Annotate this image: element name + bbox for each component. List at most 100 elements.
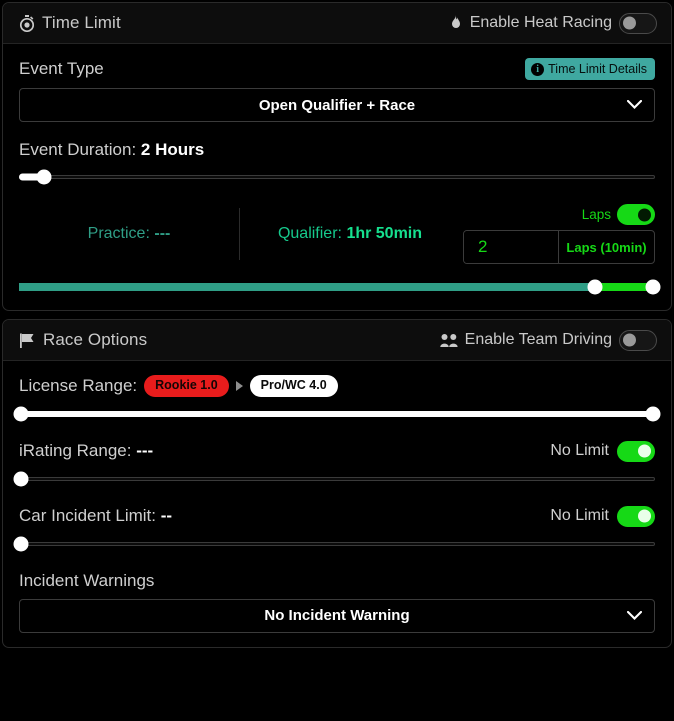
chevron-down-icon — [626, 607, 643, 625]
license-handle-max[interactable] — [645, 406, 661, 422]
car-incident-label-row: Car Incident Limit: -- No Limit — [19, 505, 655, 527]
slider-track — [19, 410, 655, 417]
license-range-section: License Range: Rookie 1.0 Pro/WC 4.0 — [13, 375, 661, 423]
irating-range-slider[interactable] — [13, 470, 655, 488]
irating-range-label-prefix: iRating Range: — [19, 441, 132, 461]
incident-warnings-section: Incident Warnings No Incident Warning — [19, 571, 655, 633]
license-range-label-row: License Range: Rookie 1.0 Pro/WC 4.0 — [19, 375, 655, 397]
event-duration-label-row: Event Duration: 2 Hours — [19, 140, 655, 160]
time-limit-header: Time Limit Enable Heat Racing — [3, 3, 671, 44]
license-handle-min[interactable] — [13, 406, 29, 422]
event-type-value: Open Qualifier + Race — [258, 96, 416, 114]
team-icon — [439, 333, 458, 348]
qualifier-value: 1hr 50min — [346, 225, 423, 242]
toggle-knob — [623, 333, 636, 347]
event-duration-label-prefix: Event Duration: — [19, 140, 137, 159]
car-incident-no-limit-label: No Limit — [550, 507, 609, 525]
toggle-knob — [638, 444, 651, 458]
car-incident-no-limit-control: No Limit — [550, 505, 655, 527]
qualifier-cell: Qualifier: 1hr 50min — [240, 217, 460, 251]
car-incident-limit-label: Car Incident Limit: -- — [19, 506, 172, 526]
incident-warnings-select[interactable]: No Incident Warning — [19, 598, 655, 633]
laps-toggle-label: Laps — [581, 207, 611, 222]
event-type-section: Event Type i Time Limit Details Open Qua… — [19, 58, 655, 122]
incident-warnings-label: Incident Warnings — [19, 570, 155, 590]
irating-range-label-row: iRating Range: --- No Limit — [19, 440, 655, 462]
license-min-pill: Rookie 1.0 — [144, 375, 229, 397]
irating-no-limit-toggle[interactable] — [617, 440, 655, 462]
car-incident-limit-section: Car Incident Limit: -- No Limit — [13, 505, 655, 553]
event-type-select[interactable]: Open Qualifier + Race — [19, 88, 655, 122]
enable-heat-racing-toggle[interactable] — [619, 12, 657, 34]
event-duration-section: Event Duration: 2 Hours — [19, 140, 655, 186]
irating-range-section: iRating Range: --- No Limit — [13, 440, 655, 488]
time-limit-header-left: Time Limit — [19, 13, 121, 33]
irating-no-limit-control: No Limit — [550, 440, 655, 462]
race-options-title: Race Options — [43, 330, 148, 349]
time-limit-title: Time Limit — [42, 13, 121, 32]
laps-block: Laps 2 Laps (10min) — [460, 204, 655, 264]
event-duration-label: Event Duration: 2 Hours — [19, 140, 204, 160]
irating-range-label: iRating Range: --- — [19, 441, 153, 461]
enable-team-driving-toggle[interactable] — [619, 329, 657, 351]
flame-icon — [449, 14, 463, 32]
car-incident-limit-label-prefix: Car Incident Limit: — [19, 506, 156, 526]
race-options-body: License Range: Rookie 1.0 Pro/WC 4.0 iRa… — [3, 361, 671, 647]
enable-heat-racing-label: Enable Heat Racing — [469, 14, 612, 31]
slider-track — [19, 541, 655, 546]
slider-handle[interactable] — [36, 169, 52, 185]
irating-handle[interactable] — [13, 471, 29, 487]
irating-range-value: --- — [136, 441, 154, 461]
license-line: License Range: Rookie 1.0 Pro/WC 4.0 — [19, 375, 338, 397]
arrow-right-icon — [235, 380, 243, 391]
session-breakdown: Practice: --- Qualifier: 1hr 50min Laps … — [19, 204, 655, 264]
slider-track — [19, 175, 655, 179]
car-incident-limit-slider[interactable] — [13, 535, 655, 553]
practice-cell: Practice: --- — [19, 217, 239, 251]
race-options-header-left: Race Options — [19, 330, 147, 350]
slider-track — [19, 476, 655, 481]
enable-team-driving-label: Enable Team Driving — [464, 331, 612, 348]
composition-handle-2[interactable] — [645, 279, 661, 295]
practice-value: --- — [154, 225, 171, 242]
time-limit-details-label: Time Limit Details — [548, 62, 647, 76]
event-type-label: Event Type — [19, 59, 104, 78]
irating-no-limit-label: No Limit — [550, 442, 609, 460]
laps-input[interactable]: 2 — [464, 231, 559, 263]
event-duration-value: 2 Hours — [140, 140, 205, 159]
session-composition-slider[interactable] — [19, 278, 661, 296]
incident-warnings-label-row: Incident Warnings — [19, 571, 655, 591]
laps-input-group: 2 Laps (10min) — [463, 230, 655, 264]
toggle-knob — [623, 16, 636, 30]
chevron-down-icon — [626, 96, 643, 114]
laps-unit-label: Laps (10min) — [566, 239, 647, 255]
race-options-card: Race Options Enable Team Driving License… — [2, 319, 672, 648]
car-incident-limit-value: -- — [160, 506, 173, 526]
license-range-label: License Range: — [19, 375, 138, 395]
composition-qualifier-segment — [19, 283, 595, 291]
team-driving-control: Enable Team Driving — [439, 329, 657, 351]
practice-label: Practice: — [87, 225, 150, 242]
laps-toggle[interactable] — [617, 204, 655, 225]
license-max-pill: Pro/WC 4.0 — [249, 375, 338, 397]
stopwatch-icon — [19, 14, 35, 32]
qualifier-label: Qualifier: — [277, 225, 342, 242]
event-duration-slider[interactable] — [19, 168, 655, 186]
toggle-knob — [638, 509, 651, 523]
settings-page: Time Limit Enable Heat Racing Event Type — [0, 0, 674, 721]
laps-toggle-row: Laps — [582, 204, 655, 225]
incident-warnings-value: No Incident Warning — [264, 607, 410, 625]
flag-icon — [19, 332, 36, 349]
heat-racing-control: Enable Heat Racing — [449, 12, 657, 34]
license-range-slider[interactable] — [13, 405, 661, 423]
car-incident-no-limit-toggle[interactable] — [617, 505, 655, 527]
event-type-label-row: Event Type i Time Limit Details — [19, 58, 655, 80]
composition-handle-1[interactable] — [587, 279, 603, 295]
time-limit-details-button[interactable]: i Time Limit Details — [525, 58, 655, 80]
toggle-knob — [638, 208, 651, 221]
time-limit-card: Time Limit Enable Heat Racing Event Type — [2, 2, 672, 311]
race-options-header: Race Options Enable Team Driving — [3, 320, 671, 361]
info-icon: i — [531, 62, 545, 76]
car-incident-handle[interactable] — [13, 536, 29, 552]
time-limit-body: Event Type i Time Limit Details Open Qua… — [3, 44, 671, 310]
